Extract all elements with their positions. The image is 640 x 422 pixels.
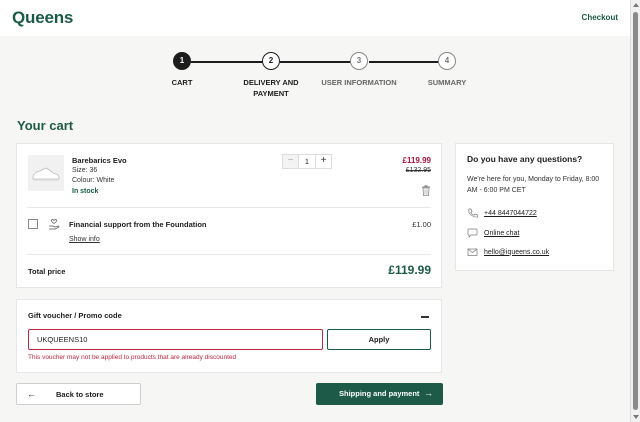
support-price: £1.00 bbox=[412, 220, 431, 229]
trash-icon[interactable] bbox=[421, 185, 431, 196]
product-size: Size: 36 bbox=[72, 167, 98, 174]
cart-card: Barebarics Evo Size: 36 Colour: White In… bbox=[16, 143, 442, 288]
total-price-label: Total price bbox=[28, 267, 66, 276]
sneaker-icon bbox=[32, 167, 60, 181]
step-cart[interactable]: 1 CART bbox=[132, 52, 232, 88]
step-user-information[interactable]: 3 USER INFORMATION bbox=[309, 52, 409, 88]
help-title: Do you have any questions? bbox=[467, 154, 583, 164]
chat-icon bbox=[467, 228, 478, 238]
arrow-left-icon: ← bbox=[27, 389, 36, 399]
decrease-quantity-button[interactable]: − bbox=[283, 155, 298, 168]
chat-row: Online chat bbox=[467, 227, 519, 239]
product-image[interactable] bbox=[28, 155, 64, 191]
email-link[interactable]: hello@iqueens.co.uk bbox=[484, 249, 549, 256]
help-text: We're here for you, Monday to Friday, 8:… bbox=[467, 176, 600, 194]
mail-icon bbox=[467, 248, 478, 256]
current-price: £119.99 bbox=[402, 156, 431, 165]
product-name[interactable]: Barebarics Evo bbox=[72, 156, 127, 165]
step-number: 1 bbox=[173, 52, 191, 70]
step-label: DELIVERY AND PAYMENT bbox=[243, 78, 299, 98]
stock-status: In stock bbox=[72, 188, 99, 195]
divider bbox=[27, 207, 431, 208]
voucher-error-message: This voucher may not be applied to produ… bbox=[28, 354, 237, 361]
step-summary[interactable]: 4 SUMMARY bbox=[397, 52, 497, 88]
step-label: SUMMARY bbox=[427, 78, 467, 87]
increase-quantity-button[interactable]: + bbox=[316, 155, 331, 168]
apply-button[interactable]: Apply bbox=[327, 329, 431, 350]
step-delivery-payment[interactable]: 2 DELIVERY AND PAYMENT bbox=[221, 52, 321, 99]
checkout-label: Checkout bbox=[581, 13, 618, 22]
show-info-link[interactable]: Show info bbox=[69, 236, 100, 243]
back-to-store-button[interactable]: ← Back to store bbox=[16, 383, 141, 405]
phone-row: +44 8447044722 bbox=[467, 207, 537, 219]
top-bar: Queens Checkout bbox=[0, 0, 630, 36]
voucher-title[interactable]: Gift voucher / Promo code bbox=[28, 311, 122, 320]
support-label: Financial support from the Foundation bbox=[69, 220, 207, 229]
arrow-right-icon: → bbox=[424, 388, 433, 398]
quantity-value[interactable]: 1 bbox=[298, 155, 316, 168]
divider bbox=[27, 254, 431, 255]
scroll-thumb[interactable] bbox=[633, 12, 638, 410]
back-to-store-label: Back to store bbox=[56, 390, 104, 399]
voucher-card: Gift voucher / Promo code Apply This vou… bbox=[16, 299, 442, 373]
logo[interactable]: Queens bbox=[12, 8, 73, 28]
checkout-stepper: 1 CART 2 DELIVERY AND PAYMENT 3 USER INF… bbox=[0, 52, 630, 102]
phone-link[interactable]: +44 8447044722 bbox=[484, 210, 537, 217]
shipping-and-payment-label: Shipping and payment bbox=[339, 389, 420, 398]
product-colour: Colour: White bbox=[72, 177, 115, 184]
original-price: £132.95 bbox=[405, 167, 431, 174]
scroll-down-arrow-icon[interactable] bbox=[633, 415, 639, 419]
step-label: CART bbox=[171, 78, 193, 87]
quantity-stepper: − 1 + bbox=[282, 154, 332, 169]
collapse-icon[interactable] bbox=[421, 316, 429, 318]
scrollbar[interactable] bbox=[630, 0, 640, 422]
support-checkbox[interactable] bbox=[28, 219, 38, 229]
phone-icon bbox=[468, 208, 478, 218]
online-chat-link[interactable]: Online chat bbox=[484, 230, 519, 237]
promo-code-input[interactable] bbox=[28, 329, 323, 350]
help-card: Do you have any questions? We're here fo… bbox=[455, 143, 614, 271]
shipping-and-payment-button[interactable]: Shipping and payment → bbox=[316, 383, 443, 405]
page-title: Your cart bbox=[17, 118, 74, 133]
step-label: USER INFORMATION bbox=[321, 78, 397, 87]
email-row: hello@iqueens.co.uk bbox=[467, 246, 549, 258]
step-number: 2 bbox=[262, 52, 280, 70]
step-number: 3 bbox=[350, 52, 368, 70]
hand-heart-icon bbox=[49, 219, 60, 230]
total-price-value: £119.99 bbox=[388, 263, 431, 277]
scroll-up-arrow-icon[interactable] bbox=[633, 3, 639, 7]
step-number: 4 bbox=[438, 52, 456, 70]
